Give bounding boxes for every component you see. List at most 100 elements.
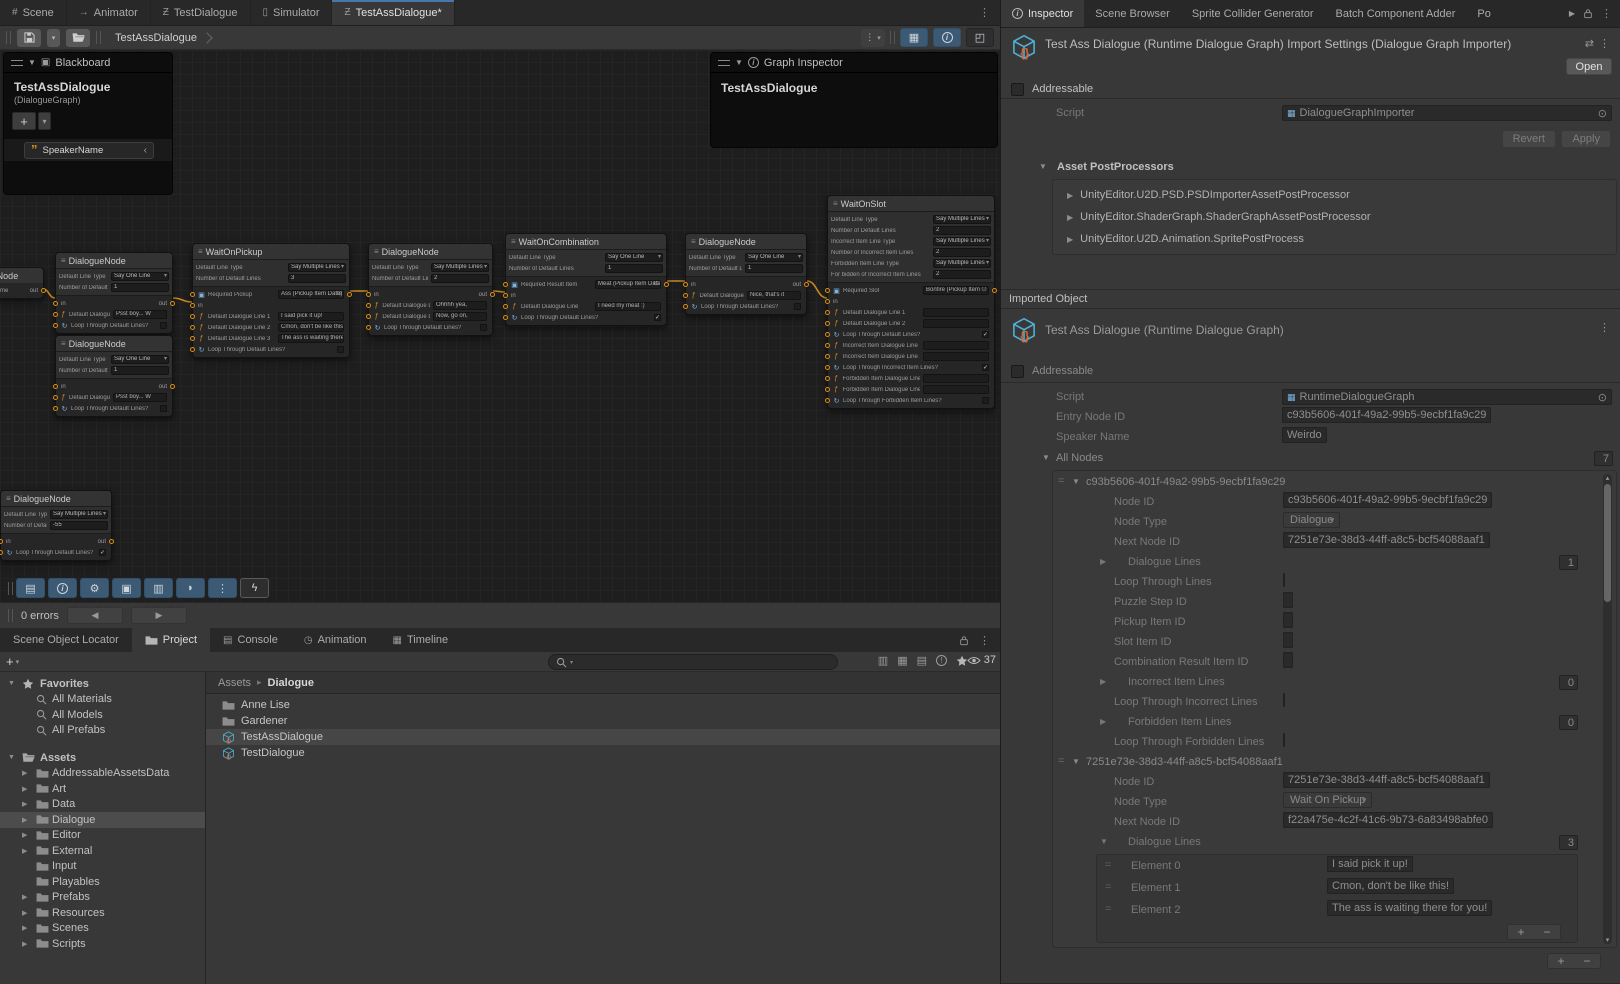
- setting-dropdown[interactable]: Say One Line: [745, 253, 803, 262]
- input-port[interactable]: [825, 321, 830, 326]
- revert-button[interactable]: Revert: [1502, 130, 1556, 148]
- node-row-field[interactable]: Bonfire (Pickup Item⊙: [923, 286, 989, 295]
- audio-panel-toggle[interactable]: ◗: [176, 578, 205, 598]
- presets-icon[interactable]: ⇄: [1585, 37, 1594, 50]
- tree-folder-editor[interactable]: ▶Editor: [0, 828, 205, 844]
- node-collapse-icon[interactable]: ≡: [833, 199, 838, 208]
- tab-po[interactable]: Po: [1466, 0, 1501, 27]
- setting-field[interactable]: 2: [933, 248, 991, 257]
- output-port[interactable]: [804, 282, 809, 287]
- expand-arrow-icon[interactable]: ▶: [22, 785, 27, 793]
- graph-inspector-header[interactable]: ▼ i Graph Inspector: [711, 53, 997, 73]
- input-port[interactable]: [366, 303, 371, 308]
- next-error-button[interactable]: ▶: [131, 607, 187, 624]
- object-picker-icon[interactable]: ⊙: [1598, 107, 1607, 120]
- blackboard-property[interactable]: ” SpeakerName ‹: [24, 142, 154, 159]
- input-port[interactable]: [53, 395, 58, 400]
- setting-field[interactable]: 2: [933, 226, 991, 235]
- tree-item-all-materials[interactable]: All Materials: [0, 692, 205, 708]
- graph-node-waitonslot[interactable]: ≡WaitOnSlotDefault Line TypeSay Multiple…: [827, 195, 995, 409]
- input-port[interactable]: [825, 354, 830, 359]
- addressable-checkbox[interactable]: [1011, 83, 1024, 96]
- output-port[interactable]: [41, 288, 46, 293]
- input-port[interactable]: [825, 288, 830, 293]
- node-row-field[interactable]: Nice, that's it: [747, 291, 801, 300]
- dropdown-value[interactable]: Wait On Pickup: [1283, 792, 1372, 808]
- input-port[interactable]: [53, 301, 58, 306]
- input-port[interactable]: [0, 539, 3, 544]
- drag-handle-icon[interactable]: =: [1105, 903, 1110, 915]
- asset-postprocessors-foldout[interactable]: ▼ Asset PostProcessors: [1001, 160, 1620, 176]
- graph-inspector-panel[interactable]: ▼ i Graph Inspector TestAssDialogue: [710, 52, 998, 148]
- input-port[interactable]: [190, 347, 195, 352]
- edge[interactable]: [493, 291, 505, 292]
- node-row-field[interactable]: [923, 319, 989, 328]
- tab-animator[interactable]: →Animator: [67, 0, 151, 25]
- node-collapse-icon[interactable]: ≡: [374, 247, 379, 256]
- setting-field[interactable]: 2: [431, 274, 489, 283]
- edge[interactable]: [173, 298, 192, 302]
- setting-dropdown[interactable]: Say Multiple Lines: [933, 259, 991, 268]
- expand-arrow-icon[interactable]: ▶: [22, 924, 27, 932]
- field-value[interactable]: 7251e73e-38d3-44ff-a8c5-bcf54088aaf1: [1283, 772, 1490, 788]
- drag-handle-icon[interactable]: =: [1105, 859, 1110, 871]
- node-row-field[interactable]: Psst boy... W: [113, 393, 167, 402]
- input-port[interactable]: [53, 384, 58, 389]
- input-port[interactable]: [825, 299, 830, 304]
- tab-scene[interactable]: #Scene: [0, 0, 67, 25]
- remove-element-button[interactable]: −: [1534, 925, 1560, 939]
- foldout-arrow-icon[interactable]: ▶: [1100, 677, 1106, 686]
- node-row-checkbox[interactable]: [160, 405, 167, 412]
- node-row-checkbox[interactable]: [337, 346, 344, 353]
- graph-canvas[interactable]: ≡StartNodeSpeakerNameout≡DialogueNodeDef…: [0, 50, 1000, 602]
- collapse-arrow-icon[interactable]: ▼: [735, 58, 743, 67]
- input-port[interactable]: [683, 293, 688, 298]
- node-collapse-icon[interactable]: ≡: [6, 494, 11, 503]
- expand-arrow-icon[interactable]: ▶: [22, 800, 27, 808]
- drag-handle-icon[interactable]: =: [1105, 881, 1110, 893]
- node-collapse-icon[interactable]: ≡: [511, 237, 516, 246]
- all-nodes-foldout[interactable]: ▼ All Nodes 7: [1001, 450, 1620, 467]
- node-row-checkbox[interactable]: [480, 324, 487, 331]
- tab-sprite-collider-generator[interactable]: Sprite Collider Generator: [1181, 0, 1325, 27]
- view-options-button[interactable]: ⋮▾: [861, 29, 885, 47]
- tree-folder-scripts[interactable]: ▶Scripts: [0, 936, 205, 952]
- expand-arrow-icon[interactable]: ▶: [22, 831, 27, 839]
- menu-icon[interactable]: ⋮: [1599, 321, 1610, 334]
- node-collapse-icon[interactable]: ≡: [61, 339, 66, 348]
- open-button[interactable]: Open: [1566, 58, 1612, 75]
- element-value[interactable]: Cmon, don't be like this!: [1327, 878, 1454, 894]
- input-port[interactable]: [53, 323, 58, 328]
- node-collapse-icon[interactable]: ≡: [198, 247, 203, 256]
- more-panel-toggle[interactable]: ⋮: [208, 578, 237, 598]
- checkbox[interactable]: [1283, 693, 1285, 707]
- node-collapse-icon[interactable]: ≡: [61, 256, 66, 265]
- console-panel-toggle[interactable]: ▤: [16, 578, 45, 598]
- node-row-field[interactable]: Now, go on,: [433, 312, 487, 321]
- tree-assets-root[interactable]: ▼Assets: [0, 750, 205, 766]
- menu-icon[interactable]: ⋮: [1599, 37, 1610, 50]
- tree-folder-addressableassetsdata[interactable]: ▶AddressableAssetsData: [0, 766, 205, 782]
- expand-arrow-icon[interactable]: ▼: [8, 680, 15, 687]
- tree-folder-dialogue[interactable]: ▶Dialogue: [0, 812, 205, 828]
- tree-folder-data[interactable]: ▶Data: [0, 797, 205, 813]
- graph-node-waitonpickup[interactable]: ≡WaitOnPickupDefault Line TypeSay Multip…: [192, 243, 350, 358]
- setting-dropdown[interactable]: Say One Line: [111, 355, 169, 364]
- node-row-field[interactable]: [923, 352, 989, 361]
- tree-folder-external[interactable]: ▶External: [0, 843, 205, 859]
- setting-field[interactable]: 1: [111, 366, 169, 375]
- scrollbar[interactable]: ▴ ▾: [1603, 474, 1612, 944]
- node-row-field[interactable]: Meat (Pickup Item Data)⊙: [595, 280, 661, 289]
- output-port[interactable]: [347, 292, 352, 297]
- output-port[interactable]: [109, 539, 114, 544]
- setting-dropdown[interactable]: Say Multiple Lines: [933, 237, 991, 246]
- expand-arrow-icon[interactable]: ▶: [22, 909, 27, 917]
- node-row-field[interactable]: [923, 385, 989, 394]
- output-port[interactable]: [170, 384, 175, 389]
- save-button[interactable]: [17, 29, 41, 47]
- expand-arrow-icon[interactable]: ▶: [22, 816, 27, 824]
- setting-dropdown[interactable]: Say Multiple Lines: [933, 215, 991, 224]
- tree-folder-art[interactable]: ▶Art: [0, 781, 205, 797]
- tree-folder-playables[interactable]: Playables: [0, 874, 205, 890]
- foldout-arrow-icon[interactable]: ▶: [1100, 557, 1106, 566]
